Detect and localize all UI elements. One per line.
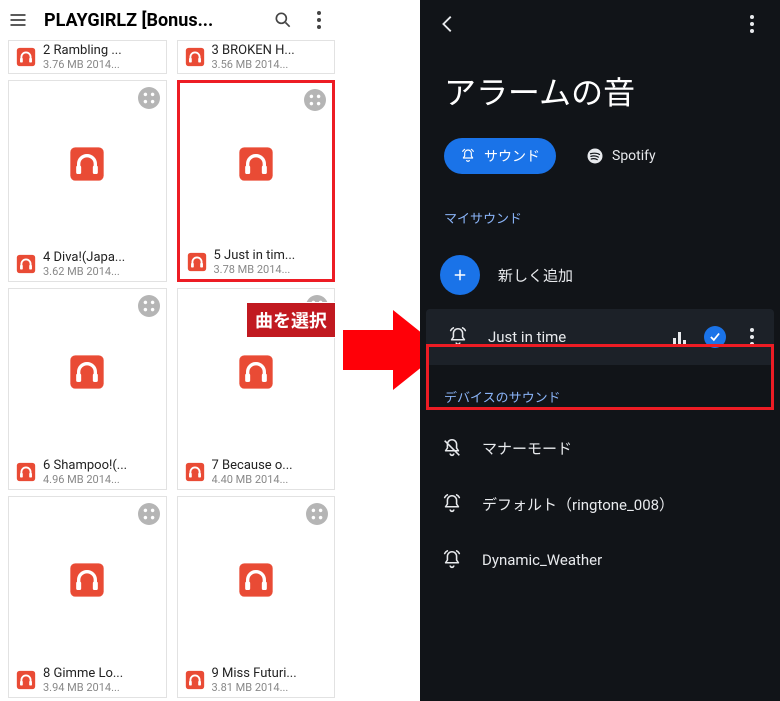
bell-icon: [440, 548, 464, 572]
file-tile[interactable]: 6 Shampoo!(... 4.96 MB 2014...: [8, 288, 167, 490]
bell-icon: [460, 148, 476, 164]
headphones-icon: [67, 144, 107, 184]
plus-icon: [440, 255, 480, 295]
file-name: 5 Just in tim...: [214, 248, 327, 263]
file-info: 4.96 MB 2014...: [43, 473, 160, 486]
selected-sound-name: Just in time: [488, 328, 655, 346]
file-info: 3.62 MB 2014...: [43, 265, 160, 278]
bell-icon: [440, 492, 464, 516]
file-info: 3.81 MB 2014...: [212, 681, 329, 694]
chip-label: Spotify: [612, 148, 656, 164]
headphones-icon: [15, 253, 37, 275]
selected-sound-row[interactable]: Just in time: [426, 309, 774, 365]
bell-off-icon: [440, 436, 464, 460]
file-tile-selected[interactable]: 5 Just in tim... 3.78 MB 2014...: [177, 80, 336, 282]
file-name: 8 Gimme Lo...: [43, 666, 160, 681]
headphones-icon: [236, 560, 276, 600]
file-name: 6 Shampoo!(...: [43, 458, 160, 473]
file-grid: 2 Rambling ... 3.76 MB 2014... 3 BROKEN …: [0, 40, 343, 698]
back-icon[interactable]: [428, 4, 468, 44]
section-my-sounds: マイサウンド: [420, 198, 780, 241]
file-tile[interactable]: 8 Gimme Lo... 3.94 MB 2014...: [8, 496, 167, 698]
file-tile[interactable]: 9 Miss Futuri... 3.81 MB 2014...: [177, 496, 336, 698]
sound-label: Dynamic_Weather: [482, 551, 760, 569]
file-browser-pane: PLAYGIRLZ [Bonus... 2 Rambling ... 3.76 …: [0, 0, 343, 701]
fullscreen-icon[interactable]: [138, 503, 160, 525]
headphones-icon: [184, 46, 206, 68]
spotify-icon: [586, 147, 604, 165]
bell-icon: [446, 325, 470, 349]
equalizer-icon: [673, 330, 686, 344]
file-name: 9 Miss Futuri...: [212, 666, 329, 681]
file-browser-header: PLAYGIRLZ [Bonus...: [0, 0, 343, 40]
chip-spotify[interactable]: Spotify: [570, 138, 672, 174]
file-info: 3.76 MB 2014...: [43, 58, 160, 71]
chip-label: サウンド: [484, 146, 540, 166]
headphones-icon: [184, 461, 206, 483]
file-info: 4.40 MB 2014...: [212, 473, 329, 486]
section-device-sounds: デバイスのサウンド: [420, 377, 780, 420]
headphones-icon: [15, 46, 37, 68]
source-chips: サウンド Spotify: [420, 138, 780, 198]
file-name: 7 Because o...: [212, 458, 329, 473]
fullscreen-icon[interactable]: [138, 87, 160, 109]
row-more-icon[interactable]: [750, 328, 754, 346]
file-info: 3.94 MB 2014...: [43, 681, 160, 694]
more-icon[interactable]: [301, 2, 337, 38]
file-info: 3.78 MB 2014...: [214, 263, 327, 276]
file-tile[interactable]: 2 Rambling ... 3.76 MB 2014...: [8, 40, 167, 74]
fullscreen-icon[interactable]: [304, 89, 326, 111]
file-tile[interactable]: 3 BROKEN H... 3.56 MB 2014...: [177, 40, 336, 74]
headphones-icon: [67, 560, 107, 600]
headphones-icon: [184, 669, 206, 691]
search-icon[interactable]: [265, 2, 301, 38]
headphones-icon: [236, 144, 276, 184]
alarm-sound-pane: アラームの音 サウンド Spotify マイサウンド 新しく追加 Just in…: [420, 0, 780, 701]
chip-sound[interactable]: サウンド: [444, 138, 556, 174]
check-icon: [704, 326, 726, 348]
file-name: 3 BROKEN H...: [212, 43, 329, 58]
headphones-icon: [186, 251, 208, 273]
headphones-icon: [15, 669, 37, 691]
menu-icon[interactable]: [6, 8, 30, 32]
file-name: 2 Rambling ...: [43, 43, 160, 58]
sound-row-silent[interactable]: マナーモード: [420, 420, 780, 476]
file-name: 4 Diva!(Japa...: [43, 250, 160, 265]
file-info: 3.56 MB 2014...: [212, 58, 329, 71]
sound-row-dynamic[interactable]: Dynamic_Weather: [420, 532, 780, 588]
more-icon[interactable]: [732, 4, 772, 44]
headphones-icon: [67, 352, 107, 392]
file-tile[interactable]: 4 Diva!(Japa... 3.62 MB 2014...: [8, 80, 167, 282]
add-new-sound[interactable]: 新しく追加: [420, 241, 780, 309]
folder-title: PLAYGIRLZ [Bonus...: [30, 10, 265, 31]
fullscreen-icon[interactable]: [306, 503, 328, 525]
sound-label: マナーモード: [482, 438, 760, 459]
annotation-select-song: 曲を選択: [246, 302, 336, 338]
alarm-header: [420, 0, 780, 48]
fullscreen-icon[interactable]: [138, 295, 160, 317]
sound-label: デフォルト（ringtone_008）: [482, 494, 760, 515]
add-new-label: 新しく追加: [498, 265, 760, 286]
headphones-icon: [236, 352, 276, 392]
page-title: アラームの音: [420, 48, 780, 138]
sound-row-default[interactable]: デフォルト（ringtone_008）: [420, 476, 780, 532]
headphones-icon: [15, 461, 37, 483]
